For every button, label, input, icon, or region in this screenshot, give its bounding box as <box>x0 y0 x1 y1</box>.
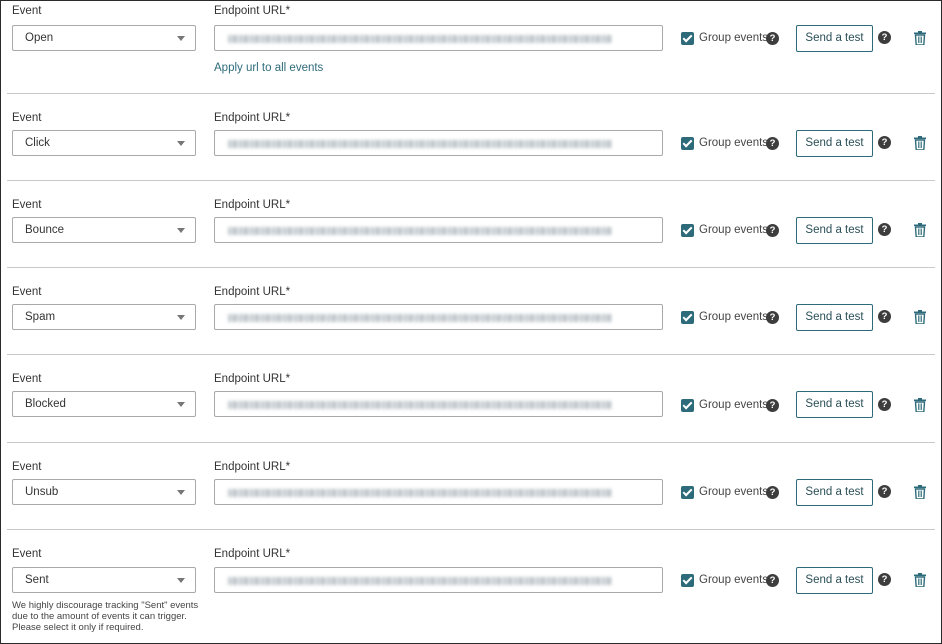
event-select[interactable]: Blocked <box>12 391 196 417</box>
event-label: Event <box>12 112 42 124</box>
group-events-label: Group events <box>699 137 769 149</box>
trash-icon[interactable] <box>914 485 926 499</box>
question-circle-icon[interactable]: ? <box>878 310 891 323</box>
event-label: Event <box>12 461 42 473</box>
trash-icon[interactable] <box>914 31 926 45</box>
endpoint-url-input[interactable] <box>214 25 663 51</box>
chevron-down-icon <box>177 228 185 233</box>
send-test-button[interactable]: Send a test <box>796 25 873 52</box>
row-divider <box>7 442 935 443</box>
group-events-checkbox[interactable] <box>681 399 694 412</box>
group-events-checkbox[interactable] <box>681 224 694 237</box>
question-circle-icon[interactable]: ? <box>766 137 779 150</box>
event-select-value: Bounce <box>25 224 65 236</box>
chevron-down-icon <box>177 402 185 407</box>
question-circle-icon[interactable]: ? <box>878 136 891 149</box>
endpoint-label: Endpoint URL* <box>214 373 291 385</box>
event-select-value: Sent <box>25 574 49 586</box>
question-circle-icon[interactable]: ? <box>878 573 891 586</box>
event-select-value: Spam <box>25 311 56 323</box>
event-select[interactable]: Open <box>12 25 196 51</box>
send-test-button[interactable]: Send a test <box>796 217 873 244</box>
endpoint-url-input[interactable] <box>214 391 663 417</box>
chevron-down-icon <box>177 141 185 146</box>
event-label: Event <box>12 373 42 385</box>
event-select-value: Click <box>25 137 50 149</box>
endpoint-url-input[interactable] <box>214 130 663 156</box>
question-circle-icon[interactable]: ? <box>878 398 891 411</box>
question-circle-icon[interactable]: ? <box>766 486 779 499</box>
endpoint-label: Endpoint URL* <box>214 548 291 560</box>
question-circle-icon[interactable]: ? <box>766 311 779 324</box>
event-label: Event <box>12 5 42 17</box>
endpoint-label: Endpoint URL* <box>214 199 291 211</box>
endpoint-label: Endpoint URL* <box>214 5 291 17</box>
question-circle-icon[interactable]: ? <box>766 32 779 45</box>
endpoint-label: Endpoint URL* <box>214 112 291 124</box>
group-events-checkbox[interactable] <box>681 486 694 499</box>
endpoint-url-input[interactable] <box>214 479 663 505</box>
trash-icon[interactable] <box>914 136 926 150</box>
question-circle-icon[interactable]: ? <box>766 574 779 587</box>
endpoint-label: Endpoint URL* <box>214 461 291 473</box>
group-events-label: Group events <box>699 399 769 411</box>
question-circle-icon[interactable]: ? <box>766 399 779 412</box>
event-select[interactable]: Click <box>12 130 196 156</box>
event-select[interactable]: Unsub <box>12 479 196 505</box>
event-label: Event <box>12 286 42 298</box>
question-circle-icon[interactable]: ? <box>766 224 779 237</box>
event-select-value: Unsub <box>25 486 59 498</box>
send-test-button[interactable]: Send a test <box>796 130 873 157</box>
send-test-button[interactable]: Send a test <box>796 391 873 418</box>
send-test-button[interactable]: Send a test <box>796 479 873 506</box>
row-divider <box>7 180 935 181</box>
event-label: Event <box>12 548 42 560</box>
event-select-value: Open <box>25 32 54 44</box>
chevron-down-icon <box>177 578 185 583</box>
sent-note-line: Please select it only if required. <box>12 622 144 633</box>
group-events-label: Group events <box>699 311 769 323</box>
endpoint-url-input[interactable] <box>214 567 663 593</box>
sent-note-line: We highly discourage tracking "Sent" eve… <box>12 600 199 611</box>
endpoint-label: Endpoint URL* <box>214 286 291 298</box>
group-events-checkbox[interactable] <box>681 574 694 587</box>
chevron-down-icon <box>177 490 185 495</box>
question-circle-icon[interactable]: ? <box>878 31 891 44</box>
event-select[interactable]: Bounce <box>12 217 196 243</box>
apply-url-to-all-link[interactable]: Apply url to all events <box>214 62 323 74</box>
question-circle-icon[interactable]: ? <box>878 223 891 236</box>
chevron-down-icon <box>177 36 185 41</box>
trash-icon[interactable] <box>914 573 926 587</box>
row-divider <box>7 267 935 268</box>
trash-icon[interactable] <box>914 310 926 324</box>
webhook-event-list: Event Endpoint URL* Open Group events ? … <box>0 0 942 644</box>
trash-icon[interactable] <box>914 398 926 412</box>
group-events-label: Group events <box>699 224 769 236</box>
event-select[interactable]: Spam <box>12 304 196 330</box>
group-events-checkbox[interactable] <box>681 32 694 45</box>
endpoint-url-input[interactable] <box>214 304 663 330</box>
trash-icon[interactable] <box>914 223 926 237</box>
send-test-button[interactable]: Send a test <box>796 304 873 331</box>
group-events-label: Group events <box>699 486 769 498</box>
send-test-button[interactable]: Send a test <box>796 567 873 594</box>
sent-warning-note: We highly discourage tracking "Sent" eve… <box>12 600 202 633</box>
group-events-checkbox[interactable] <box>681 311 694 324</box>
row-divider <box>7 93 935 94</box>
question-circle-icon[interactable]: ? <box>878 485 891 498</box>
endpoint-url-input[interactable] <box>214 217 663 243</box>
event-select[interactable]: Sent <box>12 567 196 593</box>
group-events-label: Group events <box>699 574 769 586</box>
event-select-value: Blocked <box>25 398 66 410</box>
group-events-label: Group events <box>699 32 769 44</box>
row-divider <box>7 529 935 530</box>
group-events-checkbox[interactable] <box>681 137 694 150</box>
row-divider <box>7 354 935 355</box>
chevron-down-icon <box>177 315 185 320</box>
sent-note-line: due to the amount of events it can trigg… <box>12 611 187 622</box>
event-label: Event <box>12 199 42 211</box>
